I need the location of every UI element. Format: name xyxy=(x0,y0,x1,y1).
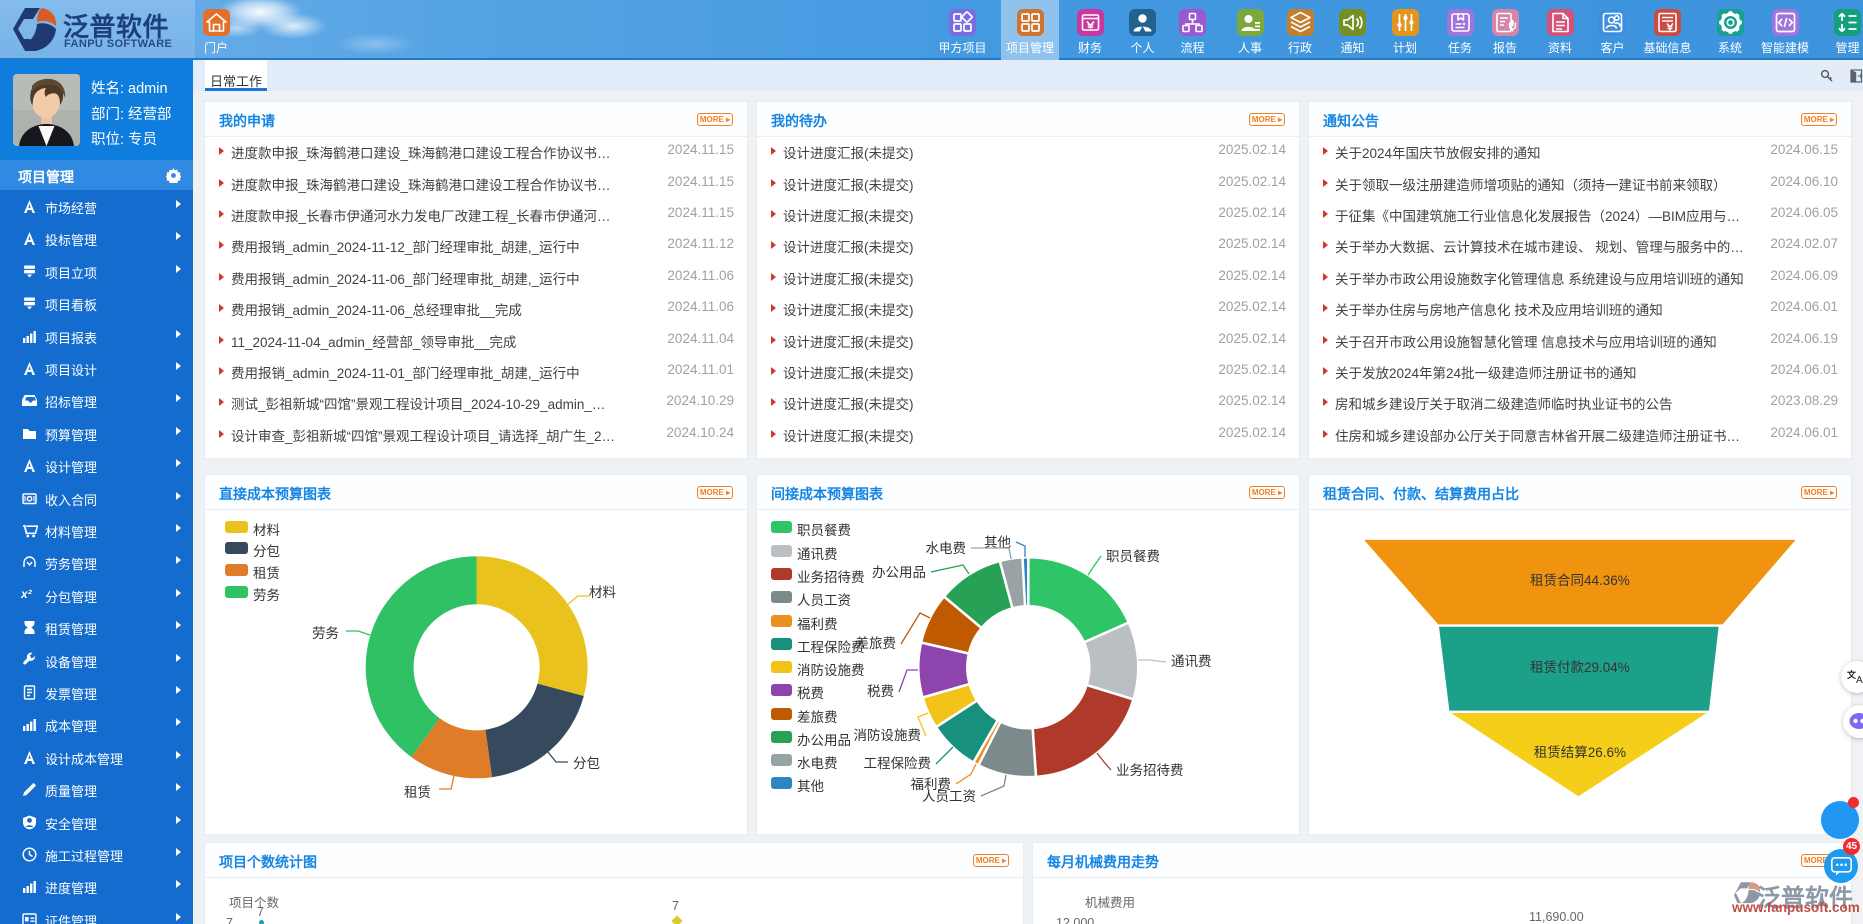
svg-text:租赁: 租赁 xyxy=(404,785,431,800)
svg-text:租赁结算26.6%: 租赁结算26.6% xyxy=(1534,745,1626,760)
svg-text:通讯费: 通讯费 xyxy=(1171,654,1212,669)
svg-text:水电费: 水电费 xyxy=(926,541,967,556)
svg-text:办公用品: 办公用品 xyxy=(872,565,926,580)
svg-text:人员工资: 人员工资 xyxy=(922,789,976,804)
svg-text:业务招待费: 业务招待费 xyxy=(1116,763,1184,778)
svg-text:消防设施费: 消防设施费 xyxy=(854,728,922,743)
svg-text:税费: 税费 xyxy=(867,684,894,699)
svg-text:分包: 分包 xyxy=(573,756,600,771)
svg-text:职员餐费: 职员餐费 xyxy=(1106,549,1160,564)
svg-text:租赁合同44.36%: 租赁合同44.36% xyxy=(1530,573,1630,588)
svg-text:租赁付款29.04%: 租赁付款29.04% xyxy=(1530,660,1630,675)
svg-text:工程保险费: 工程保险费 xyxy=(864,756,932,771)
svg-text:劳务: 劳务 xyxy=(312,626,339,641)
svg-text:材料: 材料 xyxy=(589,585,617,600)
